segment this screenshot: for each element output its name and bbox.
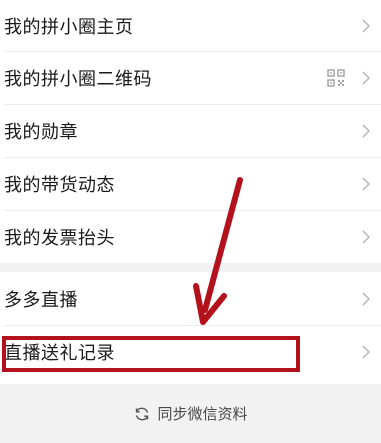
sync-label: 同步微信资料: [157, 405, 248, 423]
menu-item-pinxiaoquan-qrcode[interactable]: 我的拼小圈二维码: [0, 51, 381, 104]
chevron-right-icon: [359, 70, 373, 85]
menu-item-pinxiaoquan-home[interactable]: 我的拼小圈主页: [0, 0, 381, 51]
sync-wechat-profile-button[interactable]: 同步微信资料: [0, 384, 381, 443]
refresh-icon: [133, 405, 151, 423]
menu-item-live-gift-records[interactable]: 直播送礼记录: [0, 325, 381, 378]
menu-item-label: 多多直播: [4, 289, 78, 311]
menu-group-live: 多多直播 直播送礼记录: [0, 272, 381, 378]
menu-item-label: 我的带货动态: [4, 174, 115, 196]
section-divider: [0, 263, 381, 272]
qr-code-icon: [327, 68, 345, 87]
menu-item-duoduo-live[interactable]: 多多直播: [0, 272, 381, 325]
menu-item-label: 我的拼小圈二维码: [4, 68, 152, 90]
menu-item-label: 我的拼小圈主页: [4, 16, 134, 38]
chevron-right-icon: [359, 18, 373, 33]
menu-item-sales-activity[interactable]: 我的带货动态: [0, 157, 381, 210]
menu-item-label: 我的勋章: [4, 121, 78, 143]
settings-screen: 我的拼小圈主页 我的拼小圈二维码 我的勋章 我的带货动态 我的发票抬头 多多直播…: [0, 0, 381, 443]
menu-group-profile: 我的拼小圈主页 我的拼小圈二维码 我的勋章 我的带货动态 我的发票抬头: [0, 0, 381, 263]
chevron-right-icon: [359, 176, 373, 191]
menu-item-label: 我的发票抬头: [4, 227, 115, 249]
menu-item-medals[interactable]: 我的勋章: [0, 104, 381, 157]
chevron-right-icon: [359, 344, 373, 359]
chevron-right-icon: [359, 123, 373, 138]
menu-item-label: 直播送礼记录: [4, 342, 115, 364]
chevron-right-icon: [359, 291, 373, 306]
chevron-right-icon: [359, 229, 373, 244]
menu-item-invoice-title[interactable]: 我的发票抬头: [0, 210, 381, 263]
